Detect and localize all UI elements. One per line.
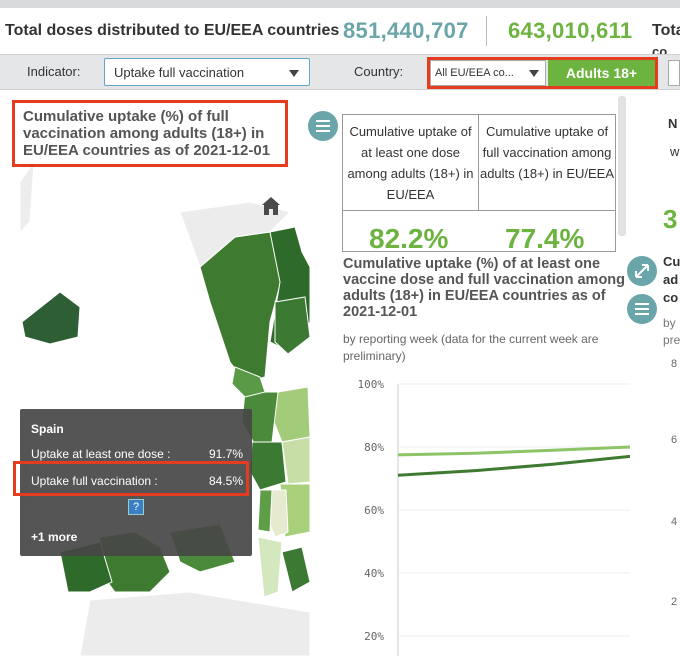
tooltip-country: Spain <box>31 422 64 436</box>
y-tick-label: 20% <box>364 630 384 643</box>
kpi-table-value-full: 77.4% <box>505 223 585 254</box>
tooltip-row-label: Uptake at least one dose : <box>31 447 171 461</box>
map-menu-button[interactable] <box>308 111 338 141</box>
hamburger-icon-bar <box>635 313 649 315</box>
right-panel-text: w <box>670 144 680 159</box>
kpi-title-2: Total <box>652 22 680 39</box>
chart-menu-button[interactable] <box>627 294 657 324</box>
chevron-down-icon <box>289 70 299 77</box>
expand-button[interactable] <box>627 256 657 286</box>
hamburger-icon-bar <box>635 303 649 305</box>
right-panel-tick: 4 <box>671 516 678 528</box>
kpi-table-header-full: Cumulative uptake of full vaccination am… <box>479 115 615 211</box>
y-tick-label: 60% <box>364 504 384 517</box>
kpi-table-value-one-dose: 82.2% <box>369 223 449 254</box>
right-panel-subtitle: pre <box>663 333 680 347</box>
kpi-table-header-one-dose: Cumulative uptake of at least one dose a… <box>343 115 479 211</box>
y-tick-label: 40% <box>364 567 384 580</box>
indicator-select[interactable]: Uptake full vaccination <box>104 58 310 86</box>
highlight-box-filters <box>427 57 658 89</box>
tooltip-row-one-dose: Uptake at least one dose : 91.7% <box>31 447 243 461</box>
indicator-select-value: Uptake full vaccination <box>114 65 245 80</box>
hamburger-icon-bar <box>316 125 330 127</box>
line-chart: 100% 80% 60% 40% 20% <box>340 370 631 656</box>
line-chart-svg: 100% 80% 60% 40% 20% <box>358 378 631 656</box>
kpi-divider <box>486 16 487 46</box>
filter-bar: Indicator: Uptake full vaccination Count… <box>0 54 680 90</box>
help-icon[interactable]: ? <box>128 499 144 515</box>
right-panel-tick: 8 <box>671 358 678 370</box>
right-panel-tick: 6 <box>671 434 678 446</box>
right-panel-title: ad <box>663 272 679 287</box>
country-label: Country: <box>354 64 404 79</box>
next-group-button[interactable] <box>668 60 680 86</box>
hamburger-icon-bar <box>316 130 330 132</box>
tooltip-more-link[interactable]: +1 more <box>31 530 77 544</box>
highlight-box-map-title <box>12 100 288 167</box>
chart-title: Cumulative uptake (%) of at least one va… <box>343 256 626 320</box>
right-panel-value: 3 <box>663 204 678 234</box>
kpi-scrollbar[interactable] <box>618 96 626 236</box>
hamburger-icon-bar <box>316 120 330 122</box>
y-tick-label: 100% <box>358 378 385 391</box>
y-tick-label: 80% <box>364 441 384 454</box>
series-line-0[interactable] <box>397 445 631 457</box>
right-panel-title: Cu <box>663 254 680 269</box>
kpi-title: Total doses distributed to EU/EEA countr… <box>5 22 340 39</box>
hamburger-icon-bar <box>635 308 649 310</box>
right-panel-clipped: N w 3 Cu ad co by pre 8 6 4 2 <box>660 110 680 656</box>
kpi-value-administered: 643,010,611 <box>508 18 633 43</box>
home-icon[interactable] <box>261 196 281 216</box>
kpi-table: Cumulative uptake of at least one dose a… <box>342 114 616 254</box>
right-panel-subtitle: by <box>663 316 676 330</box>
kpi-header: Total doses distributed to EU/EEA countr… <box>0 10 680 59</box>
europe-map[interactable] <box>20 92 310 656</box>
expand-icon <box>635 264 649 278</box>
indicator-label: Indicator: <box>27 64 81 79</box>
chart-subtitle: by reporting week (data for the current … <box>343 332 599 363</box>
tooltip-row-value: 91.7% <box>208 447 243 461</box>
highlight-box-tooltip-row <box>13 461 249 496</box>
kpi-value-distributed: 851,440,707 <box>343 18 469 43</box>
series-line-1[interactable] <box>397 454 631 477</box>
right-panel-tick: 2 <box>671 596 678 608</box>
top-strip <box>0 0 680 8</box>
right-panel-title: co <box>663 290 679 305</box>
right-panel-text: N <box>668 116 678 131</box>
